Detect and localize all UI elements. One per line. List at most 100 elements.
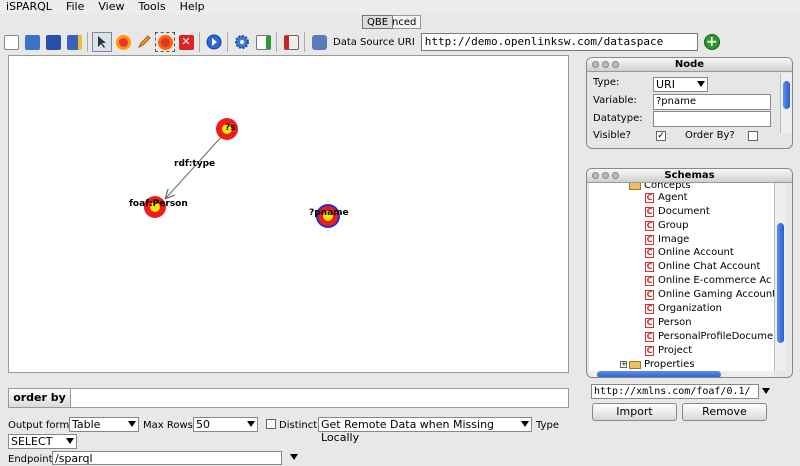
node-label-person: foaf:Person xyxy=(129,199,188,209)
chevron-down-icon xyxy=(521,421,529,427)
tree-item-concept[interactable]: C Group xyxy=(645,220,688,231)
node-panel: Node Type: URI Variable: ?pname Datatype… xyxy=(586,57,793,149)
visible-checkbox[interactable]: ✓ xyxy=(656,131,666,141)
distinct-checkbox[interactable] xyxy=(266,419,276,429)
node-panel-scrollbar[interactable] xyxy=(780,73,792,133)
variable-label: Variable: xyxy=(593,95,637,106)
schema-tree: Concepts C Agent C Document C Group C Image … xyxy=(589,183,774,371)
remove-button[interactable]: Remove xyxy=(682,403,767,421)
class-icon: C xyxy=(645,317,654,328)
edit-icon[interactable] xyxy=(134,32,154,52)
tree-item-concept[interactable]: C Document xyxy=(645,206,710,217)
toolbar: ✕ Data Source URI http://demo.openlinksw… xyxy=(0,30,800,54)
schema-uri-input[interactable]: http://xmlns.com/foaf/0.1/ xyxy=(591,384,759,399)
orderby-bar: order by xyxy=(8,388,569,408)
tree-item-concept[interactable]: C Online E-commerce Ac xyxy=(645,275,772,286)
class-icon: C xyxy=(645,289,654,300)
max-rows-select[interactable]: 50 xyxy=(193,417,258,432)
max-rows-label: Max Rows xyxy=(143,420,193,431)
node-panel-title[interactable]: Node xyxy=(587,58,792,72)
tree-item-concept[interactable]: C PersonalProfileDocumen xyxy=(645,331,774,342)
schema-uri-dropdown-icon[interactable] xyxy=(762,388,770,394)
datatype-input[interactable] xyxy=(653,111,771,127)
class-icon: C xyxy=(645,345,654,356)
open-icon[interactable] xyxy=(22,32,42,52)
window-controls xyxy=(592,61,619,68)
tree-folder-concepts[interactable]: Concepts xyxy=(629,183,691,191)
tree-item-concept[interactable]: C Image xyxy=(645,234,689,245)
import-button[interactable]: Import xyxy=(592,403,677,421)
chevron-down-icon xyxy=(247,421,255,427)
output-format-select[interactable]: Table xyxy=(69,417,139,432)
orderby-checkbox[interactable] xyxy=(748,131,758,141)
edge-label: rdf:type xyxy=(174,159,216,169)
type-label: Type: xyxy=(593,77,620,88)
new-icon[interactable] xyxy=(1,32,21,52)
remote-data-select[interactable]: Get Remote Data when Missing Locally xyxy=(318,417,532,444)
tree-item-concept[interactable]: C Organization xyxy=(645,303,722,314)
add-data-source-icon[interactable]: + xyxy=(703,34,720,50)
chevron-down-icon xyxy=(66,438,74,444)
chevron-down-icon xyxy=(128,421,136,427)
settings-icon[interactable] xyxy=(232,32,252,52)
schemas-panel-title[interactable]: Schemas xyxy=(587,169,792,183)
menu-tools[interactable]: Tools xyxy=(132,0,173,14)
toolbar-separator xyxy=(227,32,228,52)
toolbar-separator xyxy=(304,32,305,52)
tree-item-concept[interactable]: C Online Gaming Account xyxy=(645,289,774,300)
tree-item-concept[interactable]: C Online Account xyxy=(645,247,734,258)
tree-item-concept[interactable]: C Agent xyxy=(645,192,688,203)
select-icon[interactable] xyxy=(92,32,112,52)
class-icon: C xyxy=(645,331,654,342)
clear-icon[interactable] xyxy=(281,32,301,52)
node-label-s: ?s xyxy=(225,123,236,133)
data-source-input[interactable]: http://demo.openlinksw.com/dataspace xyxy=(420,33,698,51)
type-label: Type xyxy=(536,420,559,431)
delete-icon[interactable]: ✕ xyxy=(176,32,196,52)
save-as-icon[interactable] xyxy=(64,32,84,52)
datasource-icon[interactable] xyxy=(309,32,329,52)
class-icon: C xyxy=(645,220,654,231)
class-icon: C xyxy=(645,303,654,314)
save-icon[interactable] xyxy=(43,32,63,52)
expand-icon: + xyxy=(620,360,627,368)
group-icon[interactable] xyxy=(155,32,175,52)
class-icon: C xyxy=(645,261,654,272)
class-icon: C xyxy=(645,206,654,217)
load-icon[interactable] xyxy=(253,32,273,52)
query-type-select[interactable]: SELECT xyxy=(8,434,77,449)
menu-file[interactable]: File xyxy=(60,0,92,14)
menu-help[interactable]: Help xyxy=(174,0,213,14)
schemas-panel: Schemas Concepts C Agent C Document C Group… xyxy=(586,168,793,378)
class-icon: C xyxy=(645,234,654,245)
node-label-pname: ?pname xyxy=(309,208,349,218)
data-source-label: Data Source URI xyxy=(333,36,415,48)
variable-input[interactable]: ?pname xyxy=(653,94,771,110)
tab-qbe[interactable]: QBE xyxy=(362,15,394,29)
tree-folder-properties[interactable]: + Properties xyxy=(620,359,695,370)
toolbar-separator xyxy=(87,32,88,52)
distinct-label: Distinct xyxy=(279,420,318,431)
window-controls xyxy=(592,172,619,179)
graph-svg xyxy=(144,118,340,228)
schemas-horizontal-scrollbar[interactable] xyxy=(589,371,774,377)
tree-item-concept[interactable]: C Online Chat Account xyxy=(645,261,760,272)
schemas-vertical-scrollbar[interactable] xyxy=(774,183,786,371)
toolbar-separator xyxy=(199,32,200,52)
query-graph-canvas[interactable]: ?s rdf:type foaf:Person ?pname xyxy=(8,55,569,373)
chevron-down-icon xyxy=(290,454,298,460)
menu-app[interactable]: iSPARQL xyxy=(0,0,60,14)
type-select[interactable]: URI xyxy=(653,77,708,92)
add-node-icon[interactable] xyxy=(113,32,133,52)
tree-item-concept[interactable]: C Project xyxy=(645,345,692,356)
endpoint-select[interactable]: /sparql xyxy=(50,451,300,466)
orderby-label[interactable]: order by xyxy=(9,389,71,407)
toolbar-separator xyxy=(276,32,277,52)
menu-view[interactable]: View xyxy=(92,0,132,14)
tree-item-concept[interactable]: C Person xyxy=(645,317,692,328)
run-icon[interactable] xyxy=(204,32,224,52)
folder-icon xyxy=(629,183,641,190)
folder-icon xyxy=(629,360,641,369)
visible-label: Visible? xyxy=(593,130,631,141)
menu-bar: iSPARQL File View Tools Help xyxy=(0,0,800,14)
